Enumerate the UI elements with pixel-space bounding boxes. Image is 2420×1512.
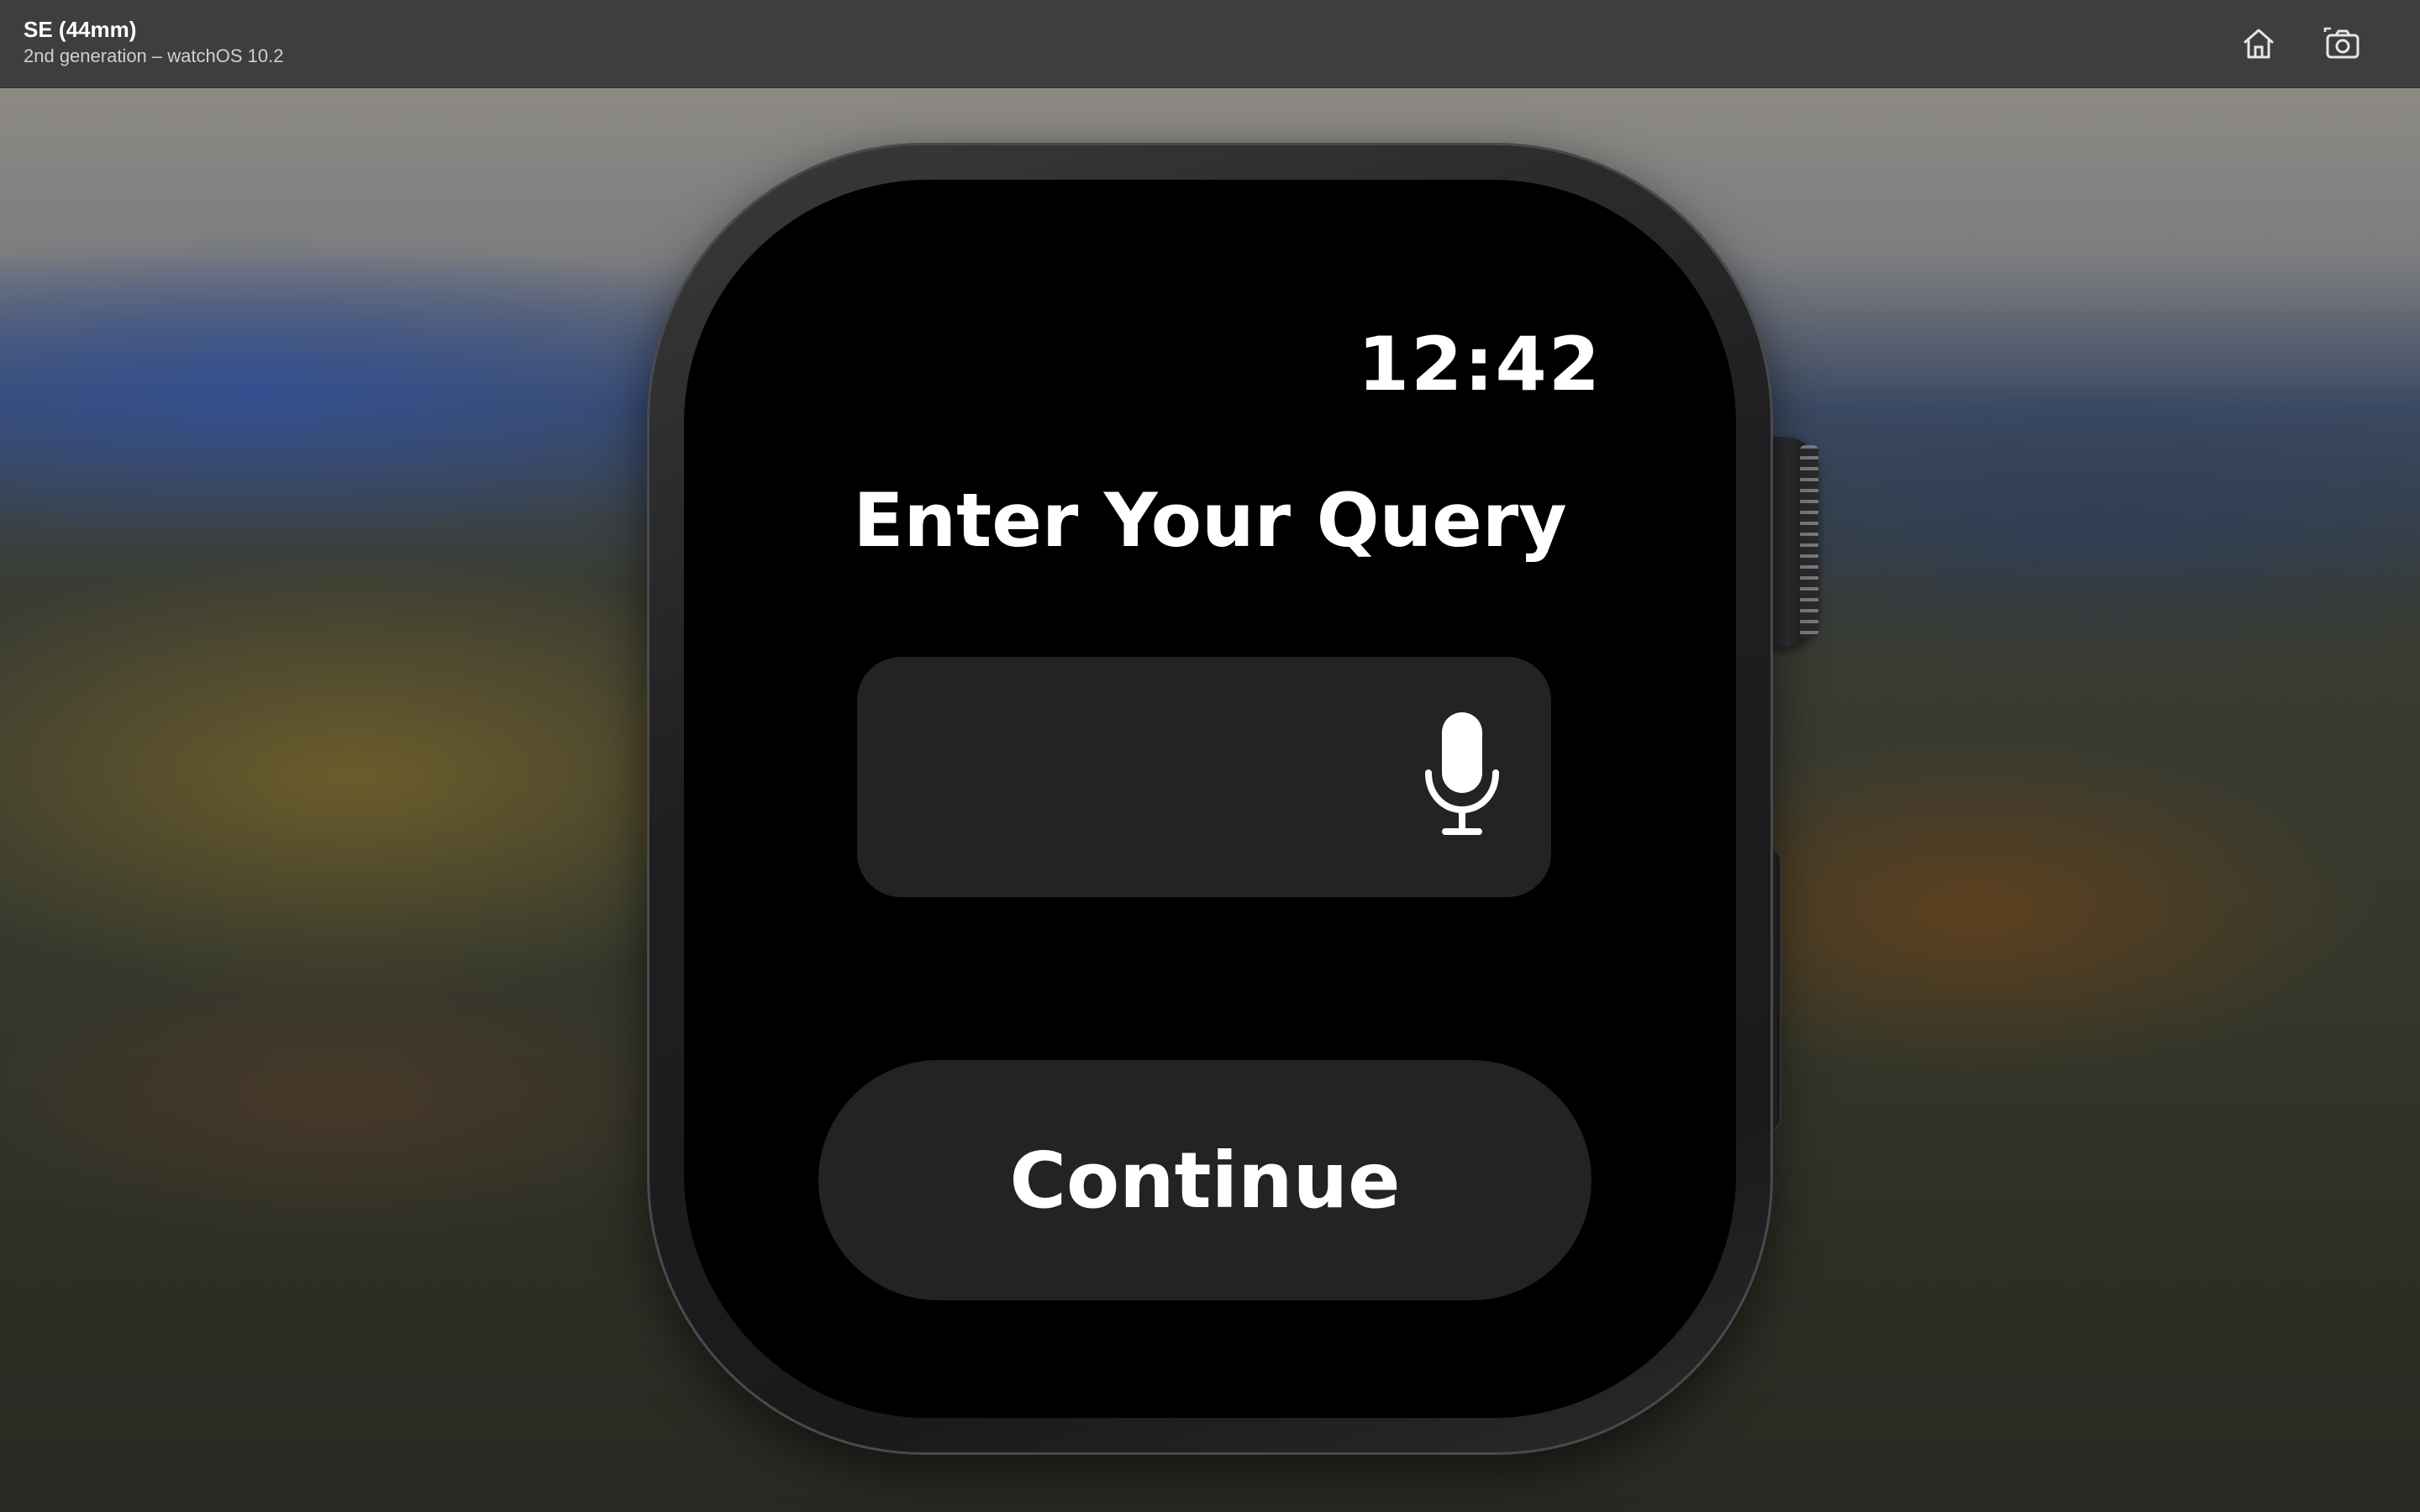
status-time: 12:42 [1357, 321, 1602, 407]
home-button[interactable] [2233, 18, 2284, 69]
camera-icon [2323, 27, 2360, 59]
continue-button[interactable]: Continue [818, 1060, 1591, 1300]
dictation-button[interactable] [1420, 707, 1504, 842]
screenshot-button[interactable] [2317, 18, 2368, 69]
crown-ridges [1800, 445, 1818, 638]
device-subtitle: 2nd generation – watchOS 10.2 [24, 45, 284, 66]
watch-screen: 12:42 Enter Your Query Continue [684, 180, 1736, 1418]
device-name: SE (44mm) [24, 17, 137, 42]
microphone-icon [1425, 712, 1499, 835]
simulator-titlebar: SE (44mm) 2nd generation – watchOS 10.2 [0, 0, 2420, 88]
page-title: Enter Your Query [853, 477, 1567, 564]
query-input[interactable] [857, 657, 1551, 897]
home-icon [2244, 29, 2274, 59]
